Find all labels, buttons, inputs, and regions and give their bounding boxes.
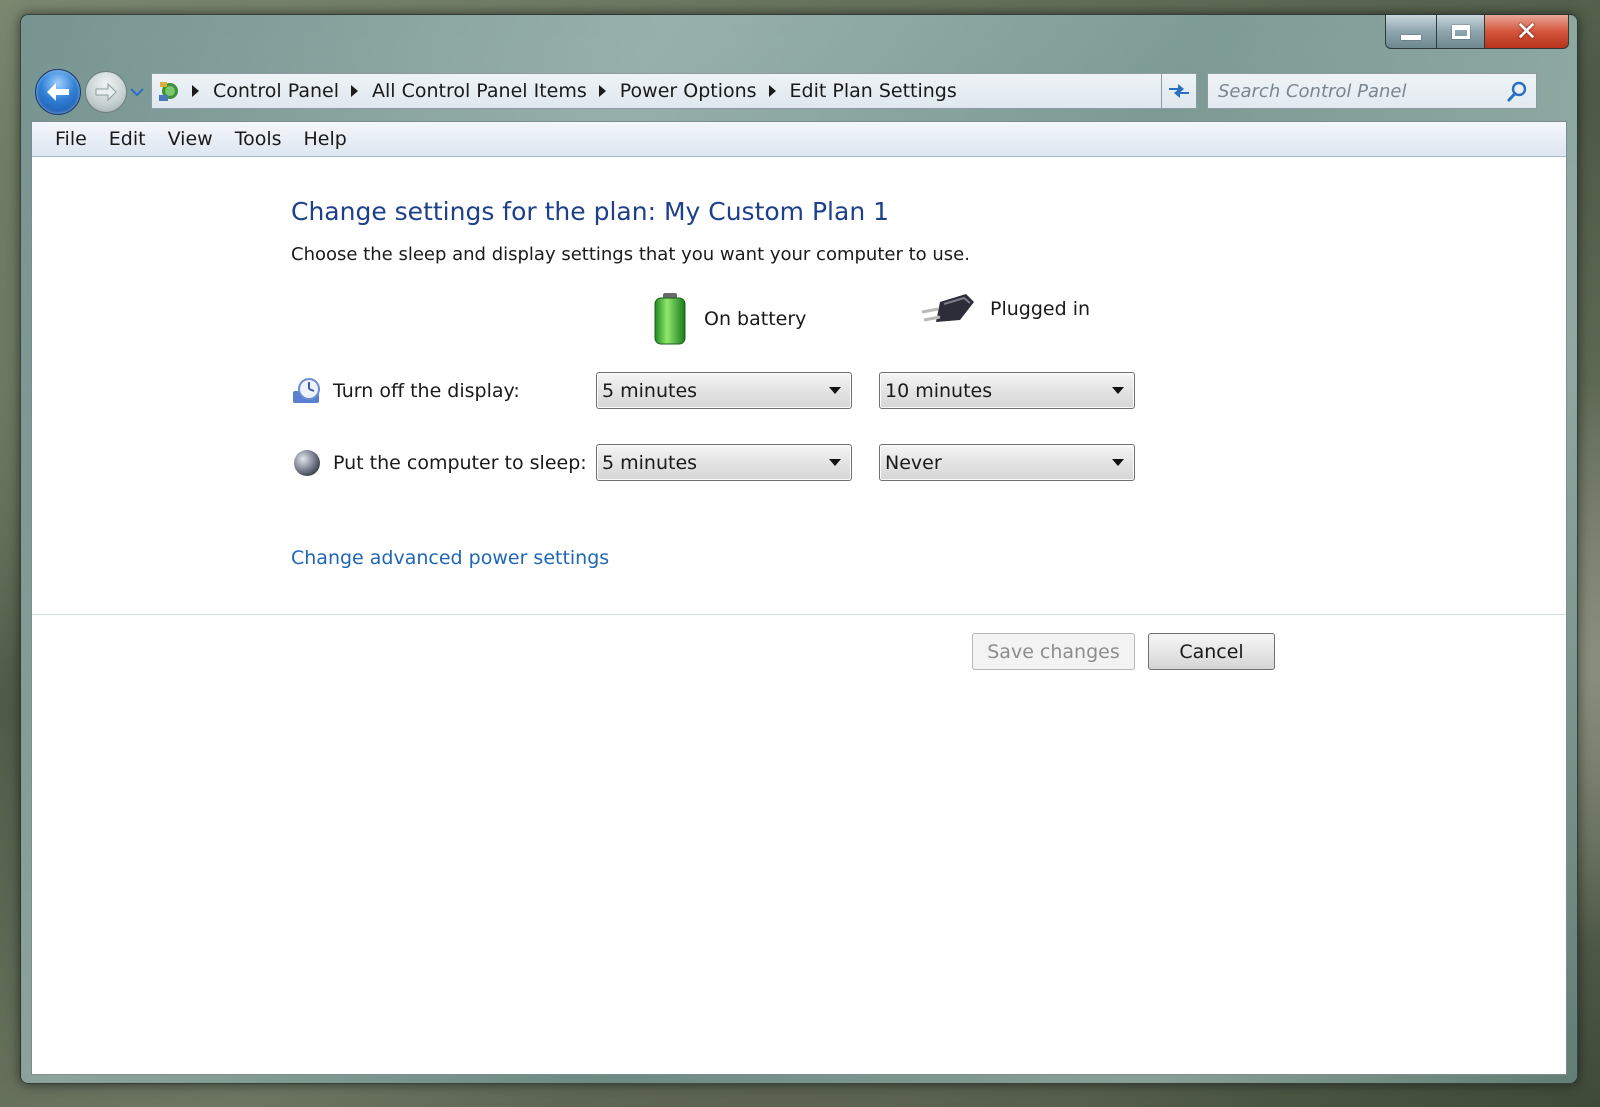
save-changes-button[interactable]: Save changes: [972, 633, 1135, 670]
battery-icon: [654, 293, 686, 345]
search-icon[interactable]: [1506, 81, 1528, 103]
column-on-battery: On battery: [652, 292, 806, 346]
breadcrumb-separator[interactable]: [768, 85, 776, 97]
display-timer-icon: [291, 375, 323, 407]
column-label: Plugged in: [990, 298, 1091, 320]
sleep-moon-icon: [291, 447, 323, 479]
breadcrumb-separator[interactable]: [598, 85, 606, 97]
control-panel-icon: [152, 74, 186, 108]
breadcrumb-label: Control Panel: [213, 80, 339, 102]
dropdown-arrow-icon: [1112, 459, 1124, 466]
forward-button[interactable]: [85, 71, 127, 113]
dropdown-arrow-icon: [829, 459, 841, 466]
breadcrumb-separator[interactable]: [350, 85, 358, 97]
sleep-plugged-select[interactable]: Never: [879, 444, 1135, 481]
breadcrumb-power-options[interactable]: Power Options: [620, 80, 757, 102]
refresh-icon: [1169, 84, 1189, 98]
display-plugged-select[interactable]: 10 minutes: [879, 372, 1135, 409]
breadcrumb-separator[interactable]: [192, 85, 199, 97]
column-plugged-in: Plugged in: [920, 292, 1090, 326]
close-icon: ✕: [1515, 16, 1538, 47]
select-value: 10 minutes: [885, 379, 993, 402]
content-pane: File Edit View Tools Help Change setting…: [31, 121, 1567, 1075]
menu-tools[interactable]: Tools: [224, 128, 293, 150]
search-box[interactable]: [1207, 73, 1537, 109]
breadcrumb-label: Edit Plan Settings: [789, 80, 957, 102]
sleep-setting-label: Put the computer to sleep:: [333, 452, 587, 474]
sleep-battery-select[interactable]: 5 minutes: [596, 444, 852, 481]
breadcrumb-label: All Control Panel Items: [371, 80, 587, 102]
select-value: Never: [885, 451, 942, 474]
search-input[interactable]: [1208, 79, 1490, 103]
menu-view[interactable]: View: [157, 128, 224, 150]
page-subtitle: Choose the sleep and display settings th…: [291, 244, 970, 265]
forward-arrow-icon: [95, 82, 117, 102]
minimize-icon: [1401, 35, 1421, 40]
breadcrumb-edit-plan-settings[interactable]: Edit Plan Settings: [790, 80, 957, 102]
menu-file[interactable]: File: [44, 128, 98, 150]
recent-pages-button[interactable]: [129, 85, 145, 99]
page-title: Change settings for the plan: My Custom …: [291, 197, 890, 226]
power-plug-icon: [921, 294, 974, 322]
minimize-button[interactable]: [1385, 15, 1437, 49]
chevron-down-icon: [130, 88, 144, 97]
maximize-button[interactable]: [1437, 15, 1485, 49]
cancel-button[interactable]: Cancel: [1148, 633, 1275, 670]
breadcrumb-all-items[interactable]: All Control Panel Items: [372, 80, 587, 102]
address-bar[interactable]: Control Panel All Control Panel Items Po…: [151, 73, 1197, 109]
divider: [32, 614, 1566, 615]
select-value: 5 minutes: [602, 451, 698, 474]
select-value: 5 minutes: [602, 379, 698, 402]
menu-edit[interactable]: Edit: [98, 128, 157, 150]
display-battery-select[interactable]: 5 minutes: [596, 372, 852, 409]
close-button[interactable]: ✕: [1485, 15, 1569, 49]
refresh-button[interactable]: [1161, 73, 1197, 109]
display-setting-row: Turn off the display:: [291, 375, 520, 407]
column-label: On battery: [704, 308, 807, 330]
menu-help[interactable]: Help: [293, 128, 358, 150]
plan-settings-panel: Change settings for the plan: My Custom …: [32, 157, 1566, 1074]
control-panel-window: ✕ Control Panel All Control Panel Items …: [20, 14, 1578, 1084]
menu-bar: File Edit View Tools Help: [32, 122, 1566, 157]
maximize-icon: [1451, 24, 1470, 39]
back-button[interactable]: [35, 69, 81, 115]
breadcrumb-control-panel[interactable]: Control Panel: [213, 80, 339, 102]
display-setting-label: Turn off the display:: [333, 380, 520, 402]
advanced-power-settings-link[interactable]: Change advanced power settings: [291, 547, 609, 569]
dropdown-arrow-icon: [829, 387, 841, 394]
back-arrow-icon: [47, 83, 69, 101]
breadcrumb-label: Power Options: [619, 80, 757, 102]
sleep-setting-row: Put the computer to sleep:: [291, 447, 587, 479]
dropdown-arrow-icon: [1112, 387, 1124, 394]
window-controls: ✕: [1385, 15, 1569, 49]
